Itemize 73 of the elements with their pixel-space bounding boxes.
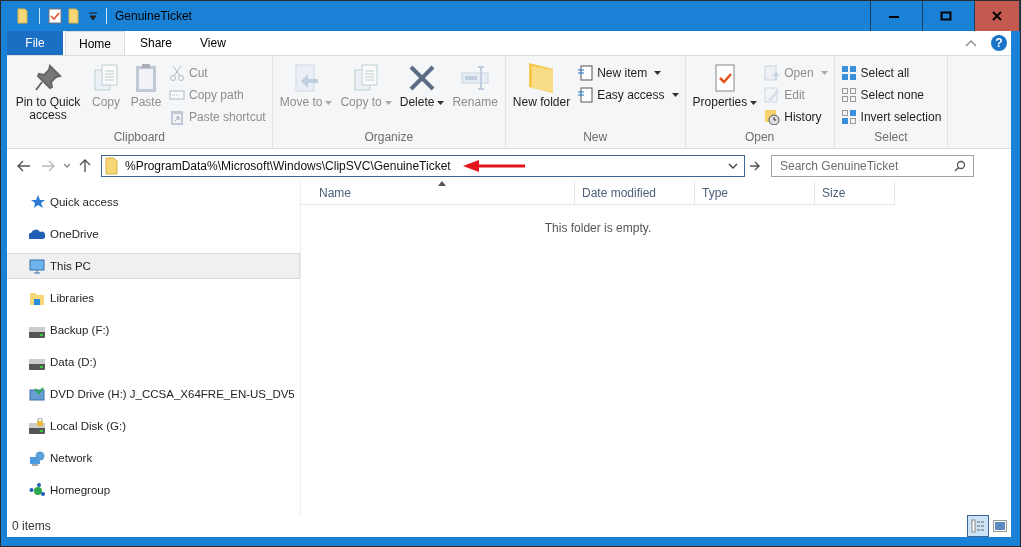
folder-icon[interactable] [17,8,31,24]
group-label: Select [873,130,909,146]
document-arrow-icon [764,64,781,81]
sidebar-item[interactable]: Data (D:) [7,350,300,374]
column-header[interactable]: Name [301,181,575,205]
checklist-icon[interactable] [48,8,62,24]
sidebar-item[interactable]: Libraries [7,286,300,310]
arrow-right-icon [749,161,761,171]
clipboard-icon [169,108,185,125]
document-icon [577,64,594,81]
close-icon [991,11,1003,21]
ribbon-button[interactable]: Select all [838,63,944,82]
sidebar-item[interactable]: This PC [7,253,300,279]
locked-drive-icon [29,418,45,434]
window-title: GenuineTicket [115,9,192,23]
column-header[interactable]: Type [695,181,815,205]
homegroup-icon [29,482,45,498]
folder-icon [29,290,45,306]
group-label: Organize [363,130,415,146]
grid-icon [840,86,857,103]
sidebar-item[interactable]: Backup (F:) [7,318,300,342]
ribbon-tab[interactable]: Home [65,31,125,55]
collapse-icon[interactable] [965,39,977,47]
empty-folder-message: This folder is empty. [543,221,653,235]
star-icon [29,194,45,210]
ribbon-button[interactable]: Invert selection [838,107,944,126]
ribbon-button[interactable]: Delete [396,60,448,130]
sidebar-item[interactable]: OneDrive [7,222,300,246]
scissors-icon [169,64,185,81]
item-count: 0 items [12,519,51,533]
back-arrow-icon[interactable] [17,160,31,172]
ribbon-button[interactable]: Pin to Quick access [11,60,85,130]
clock-icon [764,108,781,125]
document-icon [577,86,594,103]
network-icon [29,450,45,466]
ribbon-button[interactable]: History [762,107,830,126]
maximize-icon [939,11,952,21]
pencil-icon [764,86,781,103]
sidebar-item[interactable]: Quick access [7,190,300,214]
column-header[interactable]: Date modified [575,181,695,205]
sidebar-item[interactable]: Local Disk (G:) [7,414,300,438]
ribbon-button[interactable]: New item [575,63,681,82]
folder-icon[interactable] [68,8,82,24]
go-button[interactable] [749,161,761,171]
folder-icon [105,157,119,175]
sidebar-item[interactable]: DVD Drive (H:) J_CCSA_X64FRE_EN-US_DV5 [7,382,300,406]
group-label: Open [743,130,776,146]
chevron-down-icon[interactable] [728,163,738,169]
monitor-icon [29,258,45,274]
dropdown-icon[interactable] [88,11,98,21]
group-label: New [582,130,609,146]
thumbnail-icon [993,520,1007,532]
sidebar-item[interactable]: Network [7,446,300,470]
disc-drive-icon [29,386,45,402]
details-list-icon [971,519,985,533]
annotation-arrow [462,159,525,173]
ribbon-button[interactable]: New folder [509,60,574,130]
close-button[interactable] [974,1,1020,31]
ribbon-tab[interactable]: File [7,31,63,55]
column-header[interactable]: Size [815,181,895,205]
group-label: Clipboard [112,130,167,146]
grid-icon [840,64,857,81]
search-field[interactable]: Search GenuineTicket [771,155,974,177]
help-button[interactable]: ? [991,35,1007,51]
ribbon-button[interactable]: Select none [838,85,944,104]
ribbon-button[interactable]: Properties [689,60,761,130]
ribbon-button[interactable]: Easy access [575,85,681,104]
sidebar-item[interactable]: Homegroup [7,478,300,502]
details-view-button[interactable] [967,515,989,537]
up-arrow-icon[interactable] [79,159,91,173]
search-icon [954,160,966,172]
grid-icon [840,108,857,125]
address-field[interactable]: %ProgramData%\Microsoft\Windows\ClipSVC\GenuineTicket [101,155,745,177]
